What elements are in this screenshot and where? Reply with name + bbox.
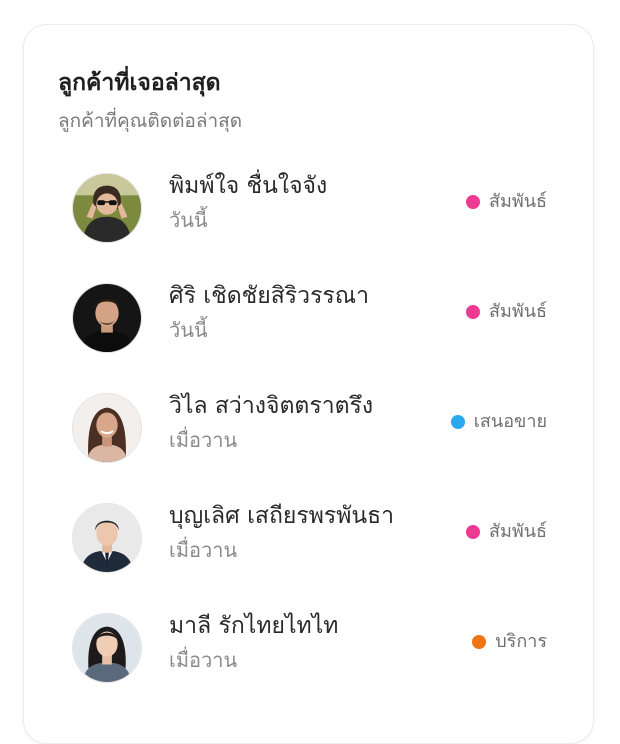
avatar: [72, 503, 142, 573]
last-contact-time: วันนี้: [169, 318, 208, 342]
avatar-photo-woman-sunglasses: [73, 174, 141, 242]
customer-row[interactable]: บุญเลิศ เสถียรพรพันธา เมื่อวาน สัมพันธ์: [24, 495, 595, 595]
customer-name: มาลี รักไทยไทไท: [169, 613, 339, 639]
customer-row[interactable]: มาลี รักไทยไทไท เมื่อวาน บริการ: [24, 605, 595, 705]
avatar-photo-man-dark: [73, 284, 141, 352]
status-label: เสนอขาย: [473, 411, 547, 432]
avatar: [72, 613, 142, 683]
customer-row[interactable]: ศิริ เชิดชัยสิริวรรณา วันนี้ สัมพันธ์: [24, 275, 595, 375]
last-contact-time: เมื่อวาน: [169, 428, 238, 452]
customer-name: วิไล สว่างจิตตราตรึง: [169, 393, 374, 419]
status-badge: บริการ: [472, 629, 547, 655]
status-dot-icon: [465, 305, 480, 319]
avatar: [72, 283, 142, 353]
customer-row[interactable]: วิไล สว่างจิตตราตรึง เมื่อวาน เสนอขาย: [24, 385, 595, 485]
customer-name: พิมพ์ใจ ชื่นใจจัง: [169, 173, 328, 199]
avatar-photo-woman-smiling: [73, 394, 141, 462]
recent-customers-card: ลูกค้าที่เจอล่าสุด ลูกค้าที่คุณติดต่อล่า…: [23, 24, 594, 744]
status-dot-icon: [450, 415, 465, 429]
avatar-photo-woman-blazer: [73, 614, 141, 682]
status-badge: สัมพันธ์: [465, 519, 547, 545]
status-label: สัมพันธ์: [488, 301, 547, 322]
status-label: สัมพันธ์: [488, 521, 547, 542]
last-contact-time: เมื่อวาน: [169, 648, 238, 672]
status-badge: สัมพันธ์: [465, 299, 547, 325]
customer-row[interactable]: พิมพ์ใจ ชื่นใจจัง วันนี้ สัมพันธ์: [24, 165, 595, 265]
avatar: [72, 173, 142, 243]
status-label: สัมพันธ์: [488, 191, 547, 212]
status-badge: สัมพันธ์: [465, 189, 547, 215]
status-dot-icon: [472, 635, 487, 649]
card-title: ลูกค้าที่เจอล่าสุด: [58, 70, 221, 96]
customer-name: ศิริ เชิดชัยสิริวรรณา: [169, 283, 370, 309]
status-dot-icon: [465, 525, 480, 539]
card-subtitle: ลูกค้าที่คุณติดต่อล่าสุด: [58, 110, 243, 132]
last-contact-time: เมื่อวาน: [169, 538, 238, 562]
avatar: [72, 393, 142, 463]
status-badge: เสนอขาย: [450, 409, 547, 435]
status-label: บริการ: [495, 631, 547, 652]
last-contact-time: วันนี้: [169, 208, 208, 232]
customer-name: บุญเลิศ เสถียรพรพันธา: [169, 503, 395, 529]
status-dot-icon: [465, 195, 480, 209]
avatar-photo-man-suit: [73, 504, 141, 572]
